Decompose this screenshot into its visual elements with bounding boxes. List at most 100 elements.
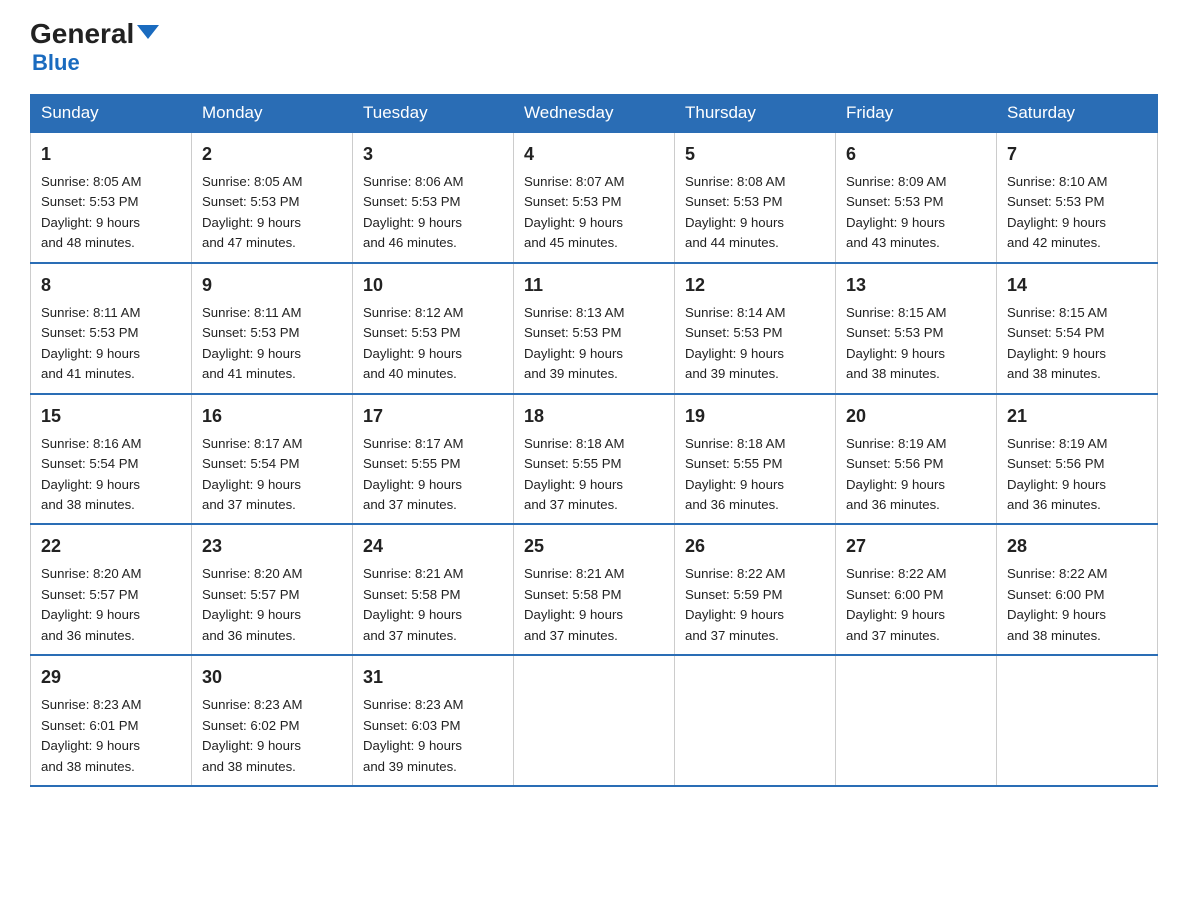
calendar-cell: 15 Sunrise: 8:16 AMSunset: 5:54 PMDayligh… [31, 394, 192, 525]
day-number: 18 [524, 403, 664, 430]
day-info: Sunrise: 8:15 AMSunset: 5:54 PMDaylight:… [1007, 303, 1147, 385]
day-number: 9 [202, 272, 342, 299]
calendar-cell: 7Sunrise: 8:10 AMSunset: 5:53 PMDaylight… [997, 132, 1158, 263]
day-number: 3 [363, 141, 503, 168]
day-number: 14 [1007, 272, 1147, 299]
day-info: Sunrise: 8:22 AMSunset: 6:00 PMDaylight:… [1007, 564, 1147, 646]
calendar-cell: 19 Sunrise: 8:18 AMSunset: 5:55 PMDayligh… [675, 394, 836, 525]
day-number: 27 [846, 533, 986, 560]
calendar-cell: 29 Sunrise: 8:23 AMSunset: 6:01 PMDayligh… [31, 655, 192, 786]
col-header-monday: Monday [192, 95, 353, 133]
calendar-cell: 26 Sunrise: 8:22 AMSunset: 5:59 PMDayligh… [675, 524, 836, 655]
calendar-cell: 24 Sunrise: 8:21 AMSunset: 5:58 PMDayligh… [353, 524, 514, 655]
day-info: Sunrise: 8:20 AMSunset: 5:57 PMDaylight:… [202, 564, 342, 646]
calendar-cell: 25 Sunrise: 8:21 AMSunset: 5:58 PMDayligh… [514, 524, 675, 655]
day-info: Sunrise: 8:21 AMSunset: 5:58 PMDaylight:… [524, 564, 664, 646]
day-number: 17 [363, 403, 503, 430]
calendar-cell: 22 Sunrise: 8:20 AMSunset: 5:57 PMDayligh… [31, 524, 192, 655]
calendar-cell: 28Sunrise: 8:22 AMSunset: 6:00 PMDayligh… [997, 524, 1158, 655]
day-number: 25 [524, 533, 664, 560]
day-info: Sunrise: 8:09 AMSunset: 5:53 PMDaylight:… [846, 172, 986, 254]
calendar-cell: 4 Sunrise: 8:07 AMSunset: 5:53 PMDaylight… [514, 132, 675, 263]
day-number: 5 [685, 141, 825, 168]
calendar-cell: 11Sunrise: 8:13 AMSunset: 5:53 PMDayligh… [514, 263, 675, 394]
day-number: 24 [363, 533, 503, 560]
day-info: Sunrise: 8:05 AMSunset: 5:53 PMDaylight:… [202, 172, 342, 254]
day-number: 13 [846, 272, 986, 299]
calendar-cell: 9Sunrise: 8:11 AMSunset: 5:53 PMDaylight… [192, 263, 353, 394]
day-info: Sunrise: 8:16 AMSunset: 5:54 PMDaylight:… [41, 434, 181, 516]
logo-blue: Blue [32, 50, 80, 76]
calendar-cell: 5 Sunrise: 8:08 AMSunset: 5:53 PMDaylight… [675, 132, 836, 263]
day-number: 20 [846, 403, 986, 430]
day-info: Sunrise: 8:18 AMSunset: 5:55 PMDaylight:… [524, 434, 664, 516]
day-info: Sunrise: 8:05 AMSunset: 5:53 PMDaylight:… [41, 172, 181, 254]
calendar-cell [997, 655, 1158, 786]
calendar-cell: 10Sunrise: 8:12 AMSunset: 5:53 PMDayligh… [353, 263, 514, 394]
day-number: 21 [1007, 403, 1147, 430]
calendar-cell: 31 Sunrise: 8:23 AMSunset: 6:03 PMDayligh… [353, 655, 514, 786]
day-info: Sunrise: 8:20 AMSunset: 5:57 PMDaylight:… [41, 564, 181, 646]
day-number: 31 [363, 664, 503, 691]
day-number: 4 [524, 141, 664, 168]
day-info: Sunrise: 8:17 AMSunset: 5:55 PMDaylight:… [363, 434, 503, 516]
logo-general: General [30, 20, 159, 48]
calendar-cell: 27 Sunrise: 8:22 AMSunset: 6:00 PMDayligh… [836, 524, 997, 655]
day-info: Sunrise: 8:23 AMSunset: 6:01 PMDaylight:… [41, 695, 181, 777]
day-number: 6 [846, 141, 986, 168]
calendar-cell: 30Sunrise: 8:23 AMSunset: 6:02 PMDayligh… [192, 655, 353, 786]
calendar-cell: 14 Sunrise: 8:15 AMSunset: 5:54 PMDayligh… [997, 263, 1158, 394]
day-number: 19 [685, 403, 825, 430]
logo: General Blue [30, 20, 159, 76]
calendar-cell: 18 Sunrise: 8:18 AMSunset: 5:55 PMDayligh… [514, 394, 675, 525]
day-info: Sunrise: 8:22 AMSunset: 5:59 PMDaylight:… [685, 564, 825, 646]
day-info: Sunrise: 8:23 AMSunset: 6:03 PMDaylight:… [363, 695, 503, 777]
col-header-tuesday: Tuesday [353, 95, 514, 133]
day-info: Sunrise: 8:21 AMSunset: 5:58 PMDaylight:… [363, 564, 503, 646]
col-header-saturday: Saturday [997, 95, 1158, 133]
calendar-cell: 12Sunrise: 8:14 AMSunset: 5:53 PMDayligh… [675, 263, 836, 394]
calendar-cell: 23 Sunrise: 8:20 AMSunset: 5:57 PMDayligh… [192, 524, 353, 655]
day-number: 29 [41, 664, 181, 691]
day-number: 7 [1007, 141, 1147, 168]
calendar-week-row: 15 Sunrise: 8:16 AMSunset: 5:54 PMDayligh… [31, 394, 1158, 525]
day-number: 12 [685, 272, 825, 299]
day-info: Sunrise: 8:18 AMSunset: 5:55 PMDaylight:… [685, 434, 825, 516]
calendar-cell: 1Sunrise: 8:05 AMSunset: 5:53 PMDaylight… [31, 132, 192, 263]
calendar-cell: 17 Sunrise: 8:17 AMSunset: 5:55 PMDayligh… [353, 394, 514, 525]
day-info: Sunrise: 8:06 AMSunset: 5:53 PMDaylight:… [363, 172, 503, 254]
col-header-thursday: Thursday [675, 95, 836, 133]
col-header-wednesday: Wednesday [514, 95, 675, 133]
page-header: General Blue [30, 20, 1158, 76]
day-number: 26 [685, 533, 825, 560]
day-info: Sunrise: 8:19 AMSunset: 5:56 PMDaylight:… [846, 434, 986, 516]
day-number: 23 [202, 533, 342, 560]
day-number: 15 [41, 403, 181, 430]
logo-triangle-icon [137, 25, 159, 39]
calendar-week-row: 29 Sunrise: 8:23 AMSunset: 6:01 PMDayligh… [31, 655, 1158, 786]
day-info: Sunrise: 8:12 AMSunset: 5:53 PMDaylight:… [363, 303, 503, 385]
calendar-cell: 13Sunrise: 8:15 AMSunset: 5:53 PMDayligh… [836, 263, 997, 394]
day-number: 2 [202, 141, 342, 168]
col-header-sunday: Sunday [31, 95, 192, 133]
day-number: 8 [41, 272, 181, 299]
day-number: 22 [41, 533, 181, 560]
day-info: Sunrise: 8:08 AMSunset: 5:53 PMDaylight:… [685, 172, 825, 254]
day-info: Sunrise: 8:22 AMSunset: 6:00 PMDaylight:… [846, 564, 986, 646]
calendar-cell: 3 Sunrise: 8:06 AMSunset: 5:53 PMDaylight… [353, 132, 514, 263]
day-info: Sunrise: 8:11 AMSunset: 5:53 PMDaylight:… [41, 303, 181, 385]
calendar-cell: 20 Sunrise: 8:19 AMSunset: 5:56 PMDayligh… [836, 394, 997, 525]
calendar-header-row: SundayMondayTuesdayWednesdayThursdayFrid… [31, 95, 1158, 133]
day-number: 16 [202, 403, 342, 430]
calendar-cell [514, 655, 675, 786]
calendar-week-row: 1Sunrise: 8:05 AMSunset: 5:53 PMDaylight… [31, 132, 1158, 263]
day-number: 11 [524, 272, 664, 299]
day-info: Sunrise: 8:23 AMSunset: 6:02 PMDaylight:… [202, 695, 342, 777]
day-info: Sunrise: 8:17 AMSunset: 5:54 PMDaylight:… [202, 434, 342, 516]
calendar-cell: 16 Sunrise: 8:17 AMSunset: 5:54 PMDayligh… [192, 394, 353, 525]
day-info: Sunrise: 8:19 AMSunset: 5:56 PMDaylight:… [1007, 434, 1147, 516]
day-info: Sunrise: 8:07 AMSunset: 5:53 PMDaylight:… [524, 172, 664, 254]
col-header-friday: Friday [836, 95, 997, 133]
calendar-cell: 6 Sunrise: 8:09 AMSunset: 5:53 PMDaylight… [836, 132, 997, 263]
calendar-table: SundayMondayTuesdayWednesdayThursdayFrid… [30, 94, 1158, 787]
